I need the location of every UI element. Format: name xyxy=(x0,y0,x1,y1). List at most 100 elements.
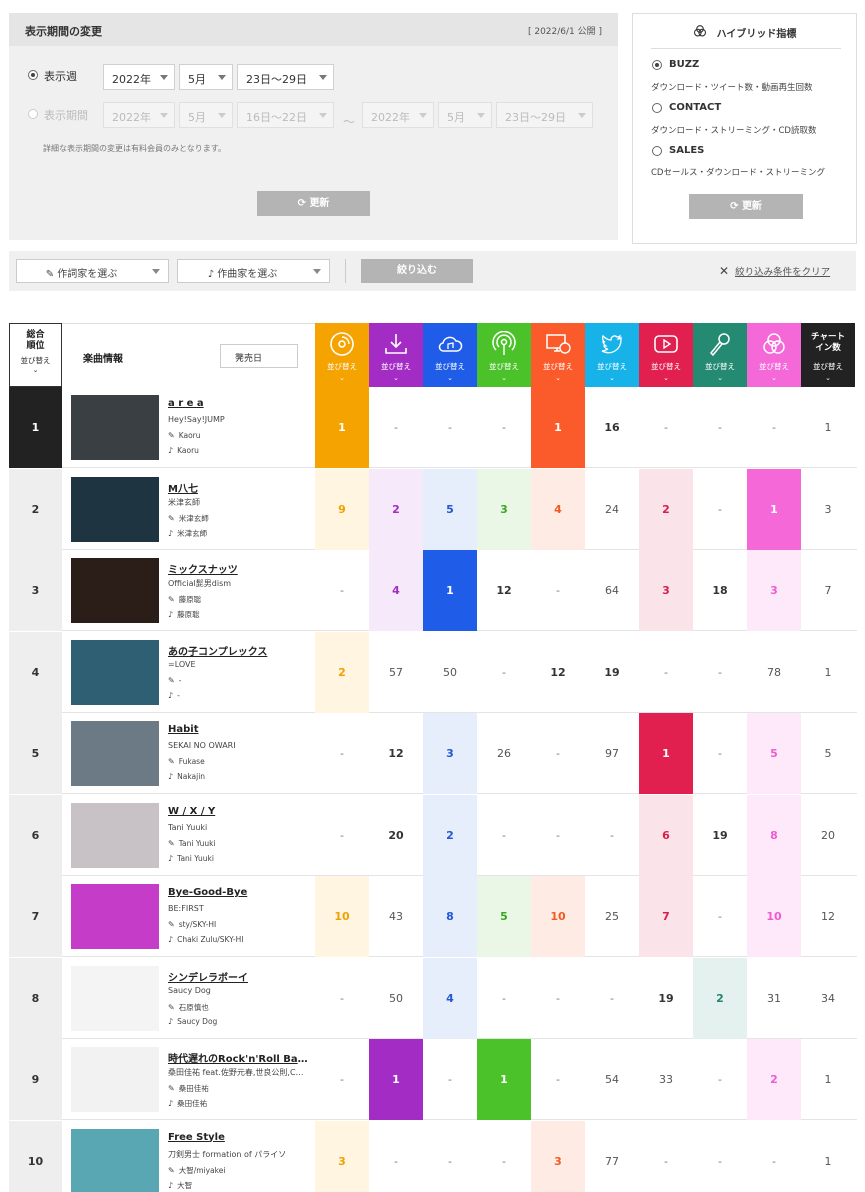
buzz-radio[interactable] xyxy=(652,60,662,70)
video-thumbnail[interactable] xyxy=(71,1047,159,1112)
rank-cell-karaoke: - xyxy=(718,665,722,679)
rank-cell-cd: - xyxy=(340,991,344,1005)
week-radio[interactable] xyxy=(28,70,38,80)
video-thumbnail[interactable] xyxy=(71,802,159,868)
rank-cell-streaming: 5 xyxy=(423,468,477,550)
song-title-link[interactable]: ミックスナッツ xyxy=(168,561,308,576)
rank-cell-streaming: - xyxy=(448,1073,452,1086)
sort-column-radio[interactable]: 並び替え ⌄ xyxy=(477,323,531,387)
to-range-select[interactable]: 23日～29日 xyxy=(496,102,593,128)
rank-cell-download: 2 xyxy=(369,468,423,550)
rank-cell-radio: 3 xyxy=(477,468,531,550)
video-thumbnail[interactable] xyxy=(71,395,159,460)
period-radio[interactable] xyxy=(28,109,38,119)
rank-cell-streaming: - xyxy=(448,1154,452,1168)
week-range-select[interactable]: 23日～29日 xyxy=(237,64,334,90)
rank-cell-twitter: - xyxy=(610,828,614,842)
music-note-icon: ♪ xyxy=(168,1099,174,1108)
song-title-link[interactable]: M八七 xyxy=(168,480,308,495)
hybrid-update-button[interactable]: ⟳ 更新 xyxy=(689,194,803,219)
rank-cell-chartin: 20 xyxy=(821,828,835,842)
sort-label: 並び替え xyxy=(381,362,411,371)
song-title-link[interactable]: Habit xyxy=(168,724,308,735)
rank-cell-twitter: 19 xyxy=(604,665,620,679)
sort-column-pc[interactable]: 並び替え ⌄ xyxy=(531,323,585,387)
chevron-down-icon xyxy=(218,75,226,80)
sort-column-chartin[interactable]: チャート イン数 並び替え ⌄ xyxy=(801,323,855,387)
video-thumbnail[interactable] xyxy=(71,639,159,705)
hybrid-panel: ハイブリッド指標 BUZZ ダウンロード・ツイート数・動画再生回数 CONTAC… xyxy=(632,13,857,244)
week-month-select[interactable]: 5月 xyxy=(179,64,233,90)
week-radio-label[interactable]: 表示週 xyxy=(44,68,77,84)
song-title-link[interactable]: あの子コンプレックス xyxy=(168,643,308,658)
lyricist-select[interactable]: ✎ 作詞家を選ぶ xyxy=(16,259,169,283)
composer: ♪ Chaki Zulu/SKY-HI xyxy=(168,935,244,944)
video-thumbnail[interactable] xyxy=(71,558,159,623)
sort-column-youtube[interactable]: 並び替え ⌄ xyxy=(639,323,693,387)
composer: ♪ Nakajin xyxy=(168,772,206,781)
rank-cell-karaoke: 18 xyxy=(712,584,728,597)
song-title-link[interactable]: 時代遅れのRock'n'Roll Band xyxy=(168,1050,308,1065)
song-title-link[interactable]: a r e a xyxy=(168,398,308,409)
from-year-select[interactable]: 2022年 xyxy=(103,102,175,128)
video-thumbnail[interactable] xyxy=(71,476,159,542)
from-month-select[interactable]: 5月 xyxy=(179,102,233,128)
rank-cell-streaming: - xyxy=(448,421,452,434)
rank-cell-pc: 1 xyxy=(531,387,585,468)
apply-filter-button[interactable]: 絞り込む xyxy=(361,259,473,283)
rank-column-header[interactable]: 総合 順位 並び替え ⌄ xyxy=(9,323,62,387)
rank-cell-pc: 10 xyxy=(531,876,585,957)
song-title-link[interactable]: シンデレラボーイ xyxy=(168,969,308,984)
clear-filter-link[interactable]: ✕ 絞り込み条件をクリア xyxy=(719,264,830,278)
composer-select[interactable]: ♪ 作曲家を選ぶ xyxy=(177,259,330,283)
video-thumbnail[interactable] xyxy=(71,1128,159,1192)
video-thumbnail[interactable] xyxy=(71,965,159,1031)
release-date-sort-select[interactable]: 発売日 xyxy=(220,344,298,368)
chevron-down-icon xyxy=(313,269,321,274)
rank-cell-youtube: 33 xyxy=(659,1073,673,1086)
song-title-link[interactable]: Bye-Good-Bye xyxy=(168,887,308,898)
rank-cell-youtube: 3 xyxy=(639,550,693,631)
sort-column-twitter[interactable]: 並び替え ⌄ xyxy=(585,323,639,387)
music-note-icon: ♪ xyxy=(168,1180,174,1190)
to-month-select[interactable]: 5月 xyxy=(438,102,492,128)
song-title-link[interactable]: W / X / Y xyxy=(168,806,308,817)
to-year-select[interactable]: 2022年 xyxy=(362,102,434,128)
period-radio-label[interactable]: 表示期間 xyxy=(44,107,88,123)
contact-radio[interactable] xyxy=(652,103,662,113)
lyricist: ✎ 米津玄師 xyxy=(168,513,209,523)
rank-cell-lookup: 8 xyxy=(747,794,801,876)
divider xyxy=(345,259,346,283)
period-update-button[interactable]: ⟳ 更新 xyxy=(257,191,370,216)
sort-column-streaming[interactable]: 並び替え ⌄ xyxy=(423,323,477,387)
video-thumbnail[interactable] xyxy=(71,721,159,786)
pc-read-icon xyxy=(546,334,571,354)
sort-label: 並び替え xyxy=(813,362,843,371)
table-header: 総合 順位 並び替え ⌄ 楽曲情報 発売日 並び替え ⌄ 並び替え ⌄ 並び替え ⌄ 並び替え… xyxy=(9,323,857,387)
artist-name: BE:FIRST xyxy=(168,904,204,913)
sales-label[interactable]: SALES xyxy=(669,145,704,156)
buzz-label[interactable]: BUZZ xyxy=(669,59,699,70)
rank-number: 8 xyxy=(9,957,62,1039)
sales-radio[interactable] xyxy=(652,146,662,156)
contact-label[interactable]: CONTACT xyxy=(669,102,721,113)
lyricist: ✎ Tani Yuuki xyxy=(168,838,216,848)
rank-cell-download: 50 xyxy=(389,991,403,1005)
music-note-icon: ♪ xyxy=(168,853,174,863)
from-range-select[interactable]: 16日～22日 xyxy=(237,102,334,128)
sort-column-cd[interactable]: 並び替え ⌄ xyxy=(315,323,369,387)
sort-column-download[interactable]: 並び替え ⌄ xyxy=(369,323,423,387)
sort-column-karaoke[interactable]: 並び替え ⌄ xyxy=(693,323,747,387)
rank-cell-chartin: 1 xyxy=(824,665,832,679)
composer: ♪ Kaoru xyxy=(168,446,199,455)
pen-icon: ✎ xyxy=(168,838,175,848)
rank-cell-chartin: 7 xyxy=(824,584,832,597)
rank-number: 3 xyxy=(9,550,62,631)
video-thumbnail[interactable] xyxy=(71,884,159,949)
rank-number: 6 xyxy=(9,794,62,876)
sort-column-lookup[interactable]: 並び替え ⌄ xyxy=(747,323,801,387)
rank-cell-youtube: - xyxy=(664,665,668,679)
week-year-select[interactable]: 2022年 xyxy=(103,64,175,90)
table-row: 9 時代遅れのRock'n'Roll Band 桑田佳祐 feat.佐野元春,世良公… xyxy=(9,1039,857,1120)
song-title-link[interactable]: Free Style xyxy=(168,1132,308,1143)
